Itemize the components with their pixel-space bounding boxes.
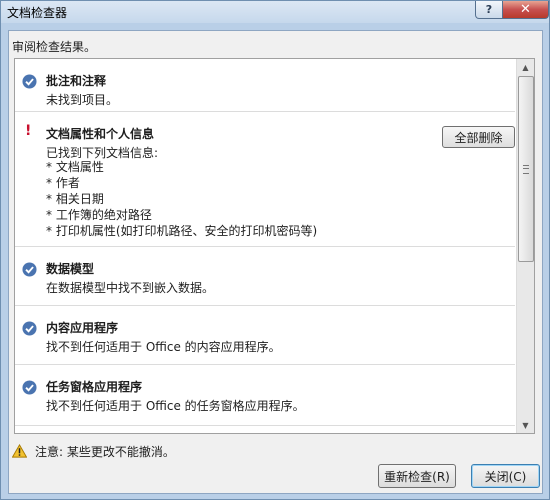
found-info-item: * 工作簿的绝对路径 <box>46 208 152 222</box>
found-info-item: * 打印机属性(如打印机路径、安全的打印机密码等) <box>46 224 318 238</box>
warning-icon: ! <box>25 123 32 139</box>
remove-all-button[interactable]: 全部删除 <box>442 126 515 148</box>
item-description: 在数据模型中找不到嵌入数据。 <box>46 281 215 295</box>
warning-triangle-icon <box>12 444 27 458</box>
results-list[interactable]: 批注和注释 未找到项目。 ! 文档属性和个人信息 全部删除 已找到下列文档信息:… <box>14 58 535 434</box>
scroll-up-arrow-icon[interactable]: ▲ <box>518 59 533 75</box>
result-item-comments: 批注和注释 未找到项目。 <box>15 59 515 112</box>
reinspect-button[interactable]: 重新检查(R) <box>378 464 456 488</box>
window-close-button[interactable]: ✕ <box>502 1 549 19</box>
found-info-item: * 作者 <box>46 176 80 190</box>
document-inspector-window: 文档检查器 ? ✕ 审阅检查结果。 批注和注释 未找到项目。 ! 文档属性和个人… <box>0 0 550 500</box>
review-heading: 审阅检查结果。 <box>12 40 97 54</box>
found-info-item: * 相关日期 <box>46 192 104 206</box>
note-text: 注意: 某些更改不能撤消。 <box>35 445 175 459</box>
result-item-task-pane-apps: 任务窗格应用程序 找不到任何适用于 Office 的任务窗格应用程序。 <box>15 365 515 426</box>
item-description: 找不到任何适用于 Office 的内容应用程序。 <box>46 340 281 354</box>
check-icon <box>22 262 37 277</box>
result-item-content-apps: 内容应用程序 找不到任何适用于 Office 的内容应用程序。 <box>15 306 515 365</box>
help-button[interactable]: ? <box>475 1 503 19</box>
result-item-data-model: 数据模型 在数据模型中找不到嵌入数据。 <box>15 247 515 306</box>
item-description: 找不到任何适用于 Office 的任务窗格应用程序。 <box>46 399 305 413</box>
check-icon <box>22 321 37 336</box>
scroll-thumb[interactable] <box>518 76 534 262</box>
close-button[interactable]: 关闭(C) <box>471 464 540 488</box>
item-title: 数据模型 <box>46 262 95 276</box>
grip-icon <box>523 165 529 174</box>
vertical-scrollbar[interactable]: ▲ ▼ <box>516 59 534 433</box>
found-info-item: * 文档属性 <box>46 160 104 174</box>
title-bar[interactable]: 文档检查器 ? ✕ <box>1 1 549 23</box>
item-title: 任务窗格应用程序 <box>46 380 143 394</box>
dialog-body: 审阅检查结果。 批注和注释 未找到项目。 ! 文档属性和个人信息 全部删除 已找… <box>8 30 543 494</box>
result-item-document-properties: ! 文档属性和个人信息 全部删除 已找到下列文档信息: * 文档属性 * 作者 … <box>15 112 515 247</box>
item-description: 未找到项目。 <box>46 93 119 107</box>
check-icon <box>22 74 37 89</box>
item-title: 文档属性和个人信息 <box>46 127 155 141</box>
scroll-down-arrow-icon[interactable]: ▼ <box>518 417 533 433</box>
check-icon <box>22 380 37 395</box>
item-title: 内容应用程序 <box>46 321 119 335</box>
item-title: 批注和注释 <box>46 74 107 88</box>
found-info-list: * 文档属性 * 作者 * 相关日期 * 工作簿的绝对路径 * 打印机属性(如打… <box>46 159 317 239</box>
window-title: 文档检查器 <box>7 6 68 20</box>
